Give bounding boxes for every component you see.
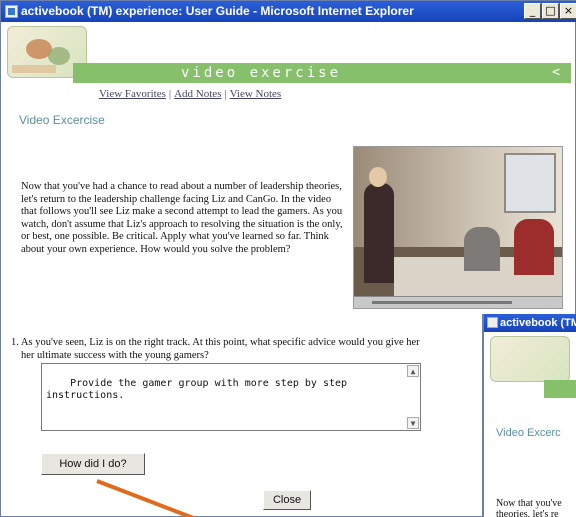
- ie-icon: [5, 5, 18, 18]
- intro-line: theories, let's re: [496, 509, 559, 517]
- close-window-button[interactable]: ×: [560, 3, 576, 19]
- video-frame: [504, 153, 556, 213]
- intro-line: Now that you've: [496, 498, 562, 509]
- scroll-down-icon[interactable]: ▼: [407, 417, 419, 429]
- answer-textarea[interactable]: Provide the gamer group with more step b…: [41, 363, 421, 431]
- logo-shape: [12, 65, 56, 73]
- view-notes-link[interactable]: View Notes: [230, 88, 282, 100]
- link-separator: |: [224, 88, 227, 100]
- intro-paragraph: Now that you've theories, let's re: [496, 498, 562, 517]
- back-arrow-icon[interactable]: <: [552, 63, 563, 83]
- video-player[interactable]: [353, 146, 563, 309]
- maximize-button[interactable]: □: [542, 3, 559, 19]
- intro-paragraph: Now that you've had a chance to read abo…: [21, 181, 343, 255]
- question-line: her ultimate success with the young game…: [21, 349, 209, 361]
- video-frame: [364, 183, 394, 283]
- logo-shape: [48, 47, 70, 65]
- view-favorites-link[interactable]: View Favorites: [99, 88, 166, 100]
- section-banner: video exercise <: [73, 63, 571, 83]
- video-frame: [514, 219, 554, 275]
- window-title: activebook (TM) experience: User Guide -…: [21, 4, 414, 18]
- title-bar: activebook (TM) experience: User Guide -…: [1, 1, 576, 22]
- how-did-i-do-button[interactable]: How did I do?: [41, 453, 145, 475]
- video-controls[interactable]: [354, 296, 562, 308]
- ie-icon: [487, 317, 498, 328]
- second-browser-window[interactable]: activebook (TM) Video Excerc Now that yo…: [482, 314, 576, 517]
- question-line: 1. As you've seen, Liz is on the right t…: [11, 337, 420, 348]
- annotation-arrow: [96, 479, 220, 517]
- video-frame: [464, 227, 500, 271]
- notes-links: View Favorites | Add Notes | View Notes: [99, 88, 281, 100]
- minimize-button[interactable]: _: [524, 3, 541, 19]
- window-controls: _ □ ×: [523, 3, 576, 19]
- video-frame: [369, 167, 387, 187]
- link-separator: |: [168, 88, 172, 100]
- banner-title: video exercise: [181, 65, 342, 81]
- video-seek-bar[interactable]: [372, 301, 512, 304]
- question-text: 1. As you've seen, Liz is on the right t…: [11, 337, 481, 362]
- page-title: Video Excercise: [19, 113, 105, 127]
- close-button[interactable]: Close: [263, 490, 311, 510]
- window-title: activebook (TM): [500, 317, 576, 329]
- section-banner: [544, 380, 576, 398]
- answer-text: Provide the gamer group with more step b…: [46, 378, 348, 401]
- page-title: Video Excerc: [496, 427, 561, 439]
- activebook-logo: [490, 336, 570, 382]
- title-bar: activebook (TM): [484, 314, 576, 332]
- add-notes-link[interactable]: Add Notes: [174, 88, 221, 100]
- scroll-up-icon[interactable]: ▲: [407, 365, 419, 377]
